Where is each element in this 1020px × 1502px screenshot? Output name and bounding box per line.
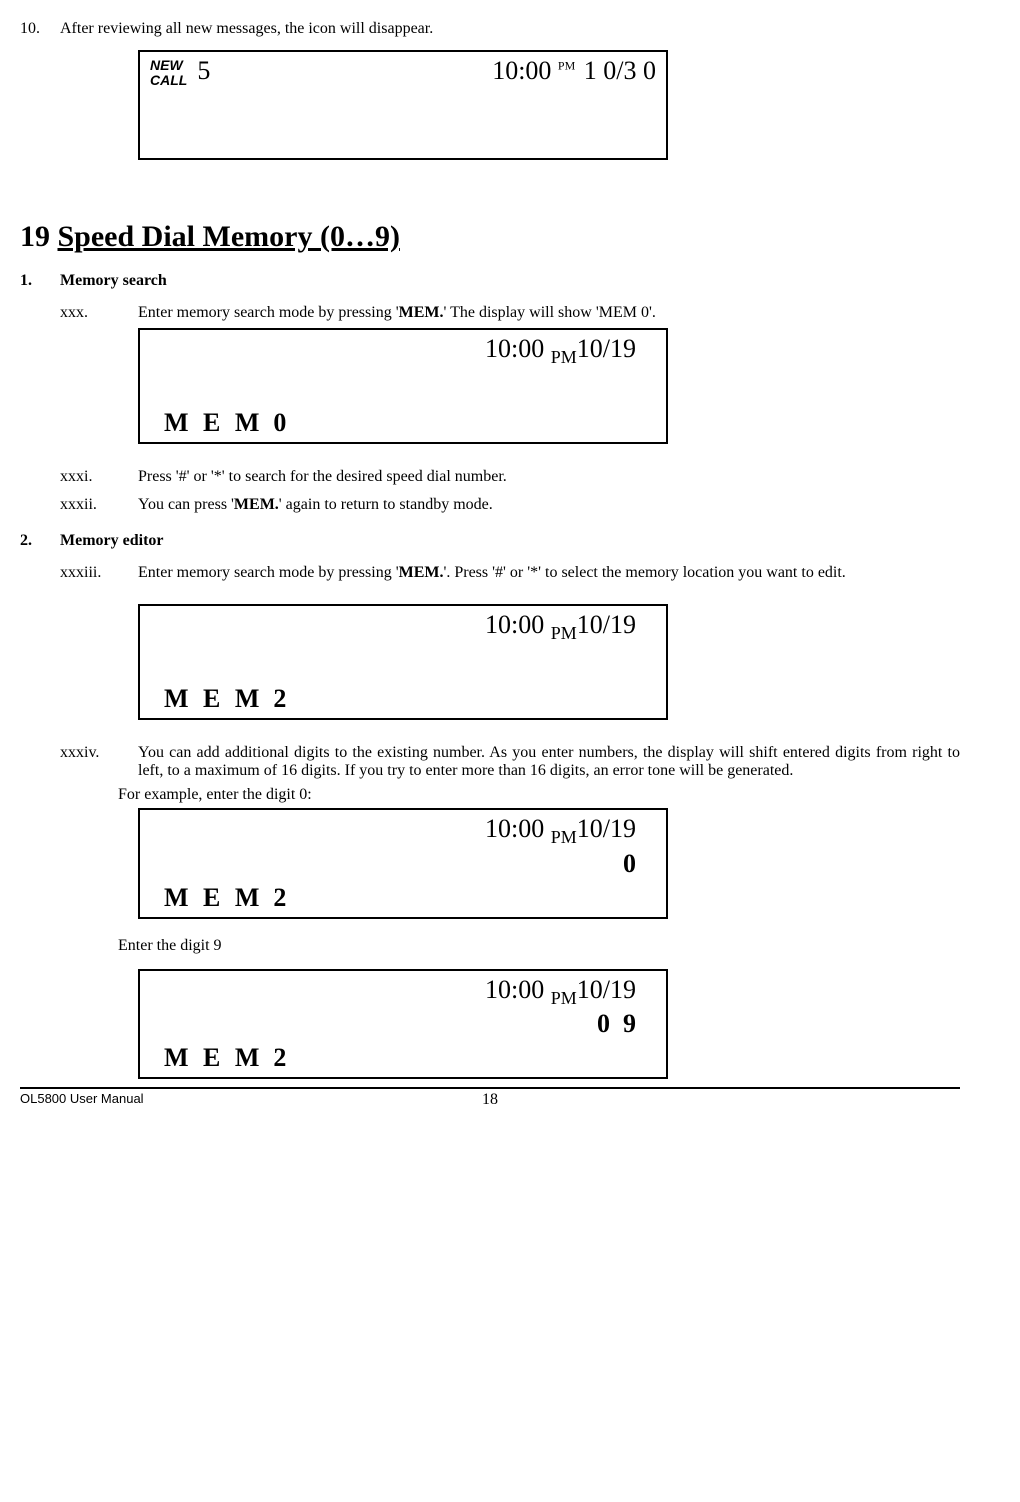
step-10: 10. After reviewing all new messages, th… [20, 20, 960, 38]
footer-page-number: 18 [20, 1091, 960, 1109]
step-xxxii: xxxii. You can press 'MEM.' again to ret… [60, 496, 960, 514]
lcd-display-mem2-digit09: 10:00 PM10/19 0 9 M E M2 [138, 969, 668, 1079]
step-text: After reviewing all new messages, the ic… [60, 20, 960, 38]
section-heading: 19 Speed Dial Memory (0…9) [20, 220, 960, 254]
lcd-display-newcall: NEW CALL 5 10:00 PM 1 0/3 0 [138, 50, 668, 160]
lcd-display-mem2-digit0: 10:00 PM10/19 0 M E M2 [138, 808, 668, 918]
step-xxxiv: xxxiv. You can add additional digits to … [60, 744, 960, 780]
display-time-row: 10:00 PM10/19 [140, 606, 666, 644]
display-time-row: 10:00 PM10/19 [140, 971, 666, 1009]
display-mem-label: M E M0 [140, 408, 666, 442]
display-mem-label: M E M2 [140, 883, 666, 917]
enter-digit-9-text: Enter the digit 9 [118, 937, 960, 955]
lcd-display-mem0: 10:00 PM10/19 M E M0 [138, 328, 668, 444]
new-call-icon: NEW CALL [150, 58, 187, 88]
subheading-memory-search: 1. Memory search [20, 272, 960, 290]
example-enter-0-text: For example, enter the digit 0: [118, 786, 960, 804]
display-digits: 0 [140, 849, 666, 883]
display-time-row: 10:00 PM10/19 [140, 810, 666, 848]
lcd-display-mem2: 10:00 PM10/19 M E M2 [138, 604, 668, 720]
subheading-memory-editor: 2. Memory editor [20, 532, 960, 550]
newcall-count: 5 [197, 56, 210, 86]
step-number: 10. [20, 20, 60, 38]
display-mem-label: M E M2 [140, 684, 666, 718]
page-footer: OL5800 User Manual 18 [20, 1087, 960, 1117]
display-mem-label: M E M2 [140, 1043, 666, 1077]
display-digits: 0 9 [140, 1009, 666, 1043]
display-time: 10:00 PM 1 0/3 0 [492, 56, 656, 86]
step-xxx: xxx. Enter memory search mode by pressin… [60, 304, 960, 322]
display-time-row: 10:00 PM10/19 [140, 330, 666, 368]
step-xxxiii: xxxiii. Enter memory search mode by pres… [60, 564, 960, 582]
step-xxxi: xxxi. Press '#' or '*' to search for the… [60, 468, 960, 486]
